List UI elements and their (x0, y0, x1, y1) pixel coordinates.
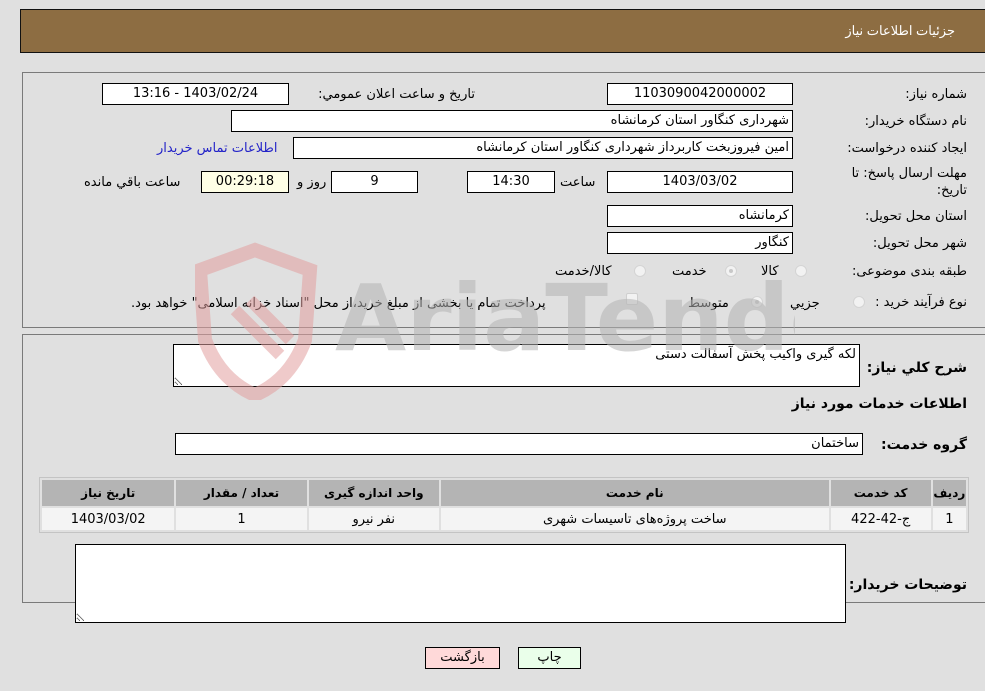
buyer-org-field[interactable]: شهرداری کنگاور استان کرمانشاه (231, 110, 793, 132)
delivery-province-field[interactable]: کرمانشاه (607, 205, 793, 227)
delivery-city-field[interactable]: کنگاور (607, 232, 793, 254)
back-button[interactable]: بازگشت (425, 647, 500, 669)
col-header-unit: واحد اندازه گيری (308, 480, 439, 506)
category-radio-service[interactable] (725, 265, 737, 277)
table-row: 1 ج-42-422 ساخت پروژه‌های تاسیسات شهری ن… (42, 508, 966, 530)
page: جزئیات اطلاعات نیاز شماره نیاز: 11030900… (0, 0, 985, 691)
treasury-checkbox-label: پرداخت تمام يا بخشی از مبلغ خريد،از محل … (131, 296, 546, 311)
print-button[interactable]: چاپ (518, 647, 581, 669)
announce-datetime-field[interactable]: 1403/02/24 - 13:16 (102, 83, 289, 105)
category-radio-goods[interactable] (795, 265, 807, 277)
page-header: جزئیات اطلاعات نیاز (20, 9, 985, 53)
category-option-goods-service: کالا/خدمت (555, 264, 612, 279)
deadline-label-date: تاريخ: (936, 183, 967, 198)
treasury-checkbox[interactable] (626, 293, 638, 305)
buyer-notes-textarea[interactable] (75, 544, 846, 623)
category-option-service: خدمت (672, 264, 707, 279)
purchase-type-radio-minor[interactable] (853, 296, 865, 308)
delivery-city-label: شهر محل تحويل: (872, 236, 967, 251)
services-section-title: اطلاعات خدمات مورد نياز (791, 396, 967, 412)
remaining-days-field[interactable]: 9 (331, 171, 418, 193)
cell-service-code: ج-42-422 (830, 508, 931, 530)
cell-quantity: 1 (176, 508, 307, 530)
purchase-type-option-medium: متوسط (688, 296, 729, 311)
announce-datetime-label: تاریخ و ساعت اعلان عمومي: (318, 87, 475, 102)
remaining-time-label: ساعت باقي مانده (84, 175, 181, 190)
buyer-notes-label: توضيحات خريدار: (848, 577, 967, 593)
buyer-contact-link[interactable]: اطلاعات تماس خريدار (157, 141, 277, 156)
description-textarea[interactable] (173, 344, 860, 387)
purchase-type-option-minor: جزيي (790, 296, 820, 311)
service-group-label: گروه خدمت: (881, 437, 967, 453)
table-header-row: رديف کد خدمت نام خدمت واحد اندازه گيری ت… (42, 480, 966, 506)
requester-label: ايجاد کننده درخواست: (847, 141, 967, 156)
col-header-service-name: نام خدمت (440, 480, 829, 506)
cell-unit: نفر نيرو (308, 508, 439, 530)
col-header-need-date: تاريخ نياز (42, 480, 175, 506)
need-number-label: شماره نیاز: (905, 87, 967, 102)
deadline-time-field[interactable]: 14:30 (467, 171, 555, 193)
need-number-field[interactable]: 1103090042000002 (607, 83, 793, 105)
requester-field[interactable]: امین فیروزبخت کاربرداز شهرداری کنگاور اس… (293, 137, 793, 159)
category-label: طبقه بندی موضوعی: (851, 264, 967, 279)
deadline-label: مهلت ارسال پاسخ: تا (851, 166, 967, 181)
category-option-goods: کالا (761, 264, 779, 279)
services-table: رديف کد خدمت نام خدمت واحد اندازه گيری ت… (39, 477, 969, 533)
purchase-type-radio-medium[interactable] (751, 296, 763, 308)
page-title: جزئیات اطلاعات نیاز (845, 23, 955, 38)
delivery-province-label: استان محل تحويل: (865, 209, 967, 224)
col-header-row-number: رديف (932, 480, 966, 506)
cell-row-number: 1 (932, 508, 966, 530)
description-label: شرح کلي نياز: (866, 360, 967, 376)
col-header-service-code: کد خدمت (830, 480, 931, 506)
purchase-type-label: نوع فرآيند خريد : (875, 295, 967, 310)
days-label: روز و (297, 175, 327, 190)
buyer-org-label: نام دستگاه خريدار: (864, 114, 967, 129)
service-group-field[interactable]: ساختمان (175, 433, 863, 455)
category-radio-goods-service[interactable] (634, 265, 646, 277)
deadline-date-field[interactable]: 1403/03/02 (607, 171, 793, 193)
col-header-quantity: تعداد / مقدار (176, 480, 307, 506)
remaining-time-field[interactable]: 00:29:18 (201, 171, 289, 193)
deadline-time-label: ساعت (560, 175, 596, 190)
cell-service-name: ساخت پروژه‌های تاسیسات شهری (440, 508, 829, 530)
cell-need-date: 1403/03/02 (42, 508, 175, 530)
